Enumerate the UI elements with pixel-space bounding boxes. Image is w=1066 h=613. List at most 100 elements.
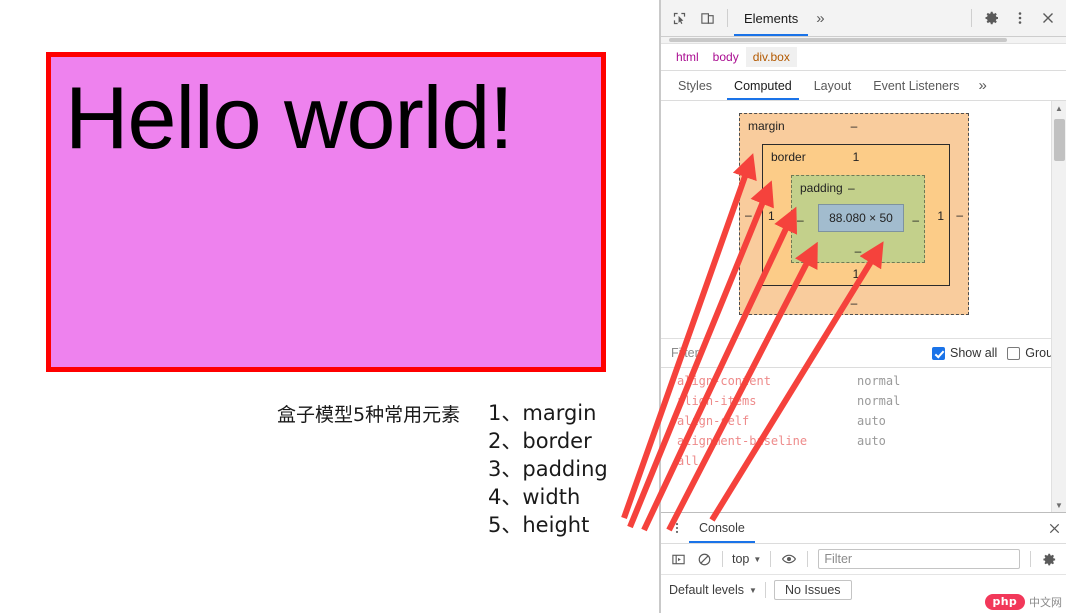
computed-filter-bar: Show all Group xyxy=(661,339,1066,368)
list-item: 2、border xyxy=(488,427,608,455)
console-toolbar-divider xyxy=(722,551,723,567)
box-model-diagram: margin – – – – border 1 1 1 1 padding – xyxy=(661,101,1066,339)
computed-property-row[interactable]: align-content normal xyxy=(661,371,1066,391)
device-toolbar-icon[interactable] xyxy=(693,4,721,32)
property-value: normal xyxy=(857,394,901,408)
computed-panel-body: margin – – – – border 1 1 1 1 padding – xyxy=(661,101,1066,512)
console-toolbar-divider xyxy=(770,551,772,567)
breadcrumb-item-html[interactable]: html xyxy=(669,47,706,67)
tab-elements[interactable]: Elements xyxy=(734,1,809,36)
box-model-padding-layer[interactable]: padding – – – – 88.080 × 50 xyxy=(791,175,925,263)
list-item-number: 2、 xyxy=(488,429,523,453)
box-model-margin-right-value[interactable]: – xyxy=(956,208,963,222)
property-value: auto xyxy=(857,414,886,428)
close-icon[interactable] xyxy=(1042,517,1066,539)
console-filter-input[interactable] xyxy=(818,549,1020,569)
list-item: 1、margin xyxy=(488,399,608,427)
box-model-padding-top-value[interactable]: – xyxy=(848,181,855,195)
gear-icon[interactable] xyxy=(978,4,1006,32)
list-item-number: 3、 xyxy=(488,457,523,481)
list-item: 5、height xyxy=(488,511,608,539)
list-item-number: 5、 xyxy=(488,513,523,537)
property-name: align-items xyxy=(677,394,757,408)
box-model-border-left-value[interactable]: 1 xyxy=(768,209,775,223)
property-name: align-self xyxy=(677,414,750,428)
list-item-label: padding xyxy=(522,457,608,481)
group-checkbox[interactable] xyxy=(1007,346,1021,360)
box-model-padding-label: padding xyxy=(800,181,843,195)
sidebar-tabs-overflow-icon[interactable]: » xyxy=(970,68,994,103)
show-all-checkbox-item[interactable]: Show all xyxy=(932,346,997,360)
computed-property-row[interactable]: align-self auto xyxy=(661,411,1066,431)
kebab-menu-icon[interactable] xyxy=(665,517,689,539)
box-model-margin-top-value[interactable]: – xyxy=(740,119,968,133)
scroll-up-arrow-icon[interactable]: ▲ xyxy=(1052,101,1066,115)
screen-root: Hello world! 盒子模型5种常用元素 1、margin 2、borde… xyxy=(0,0,1066,613)
console-toolbar: top ▼ xyxy=(661,544,1066,575)
panels-overflow-icon[interactable]: » xyxy=(808,1,832,36)
horizontal-scrollbar-thumb[interactable] xyxy=(669,38,1007,42)
box-model-border-layer[interactable]: border 1 1 1 1 padding – – – – 88.080 × … xyxy=(762,144,950,286)
console-context-value: top xyxy=(732,552,750,566)
box-model-margin-layer[interactable]: margin – – – – border 1 1 1 1 padding – xyxy=(739,113,969,315)
demo-box-text: Hello world! xyxy=(65,68,514,167)
breadcrumb-item-body[interactable]: body xyxy=(706,47,746,67)
console-levels-select[interactable]: Default levels ▼ xyxy=(669,583,757,597)
console-context-select[interactable]: top ▼ xyxy=(729,552,764,566)
console-toolbar-divider xyxy=(807,551,809,567)
box-model-elements-list: 1、margin 2、border 3、padding 4、width 5、he… xyxy=(488,399,608,539)
computed-property-row[interactable]: align-items normal xyxy=(661,391,1066,411)
list-item-label: border xyxy=(522,429,592,453)
tab-event-listeners[interactable]: Event Listeners xyxy=(862,72,970,100)
caption-chinese: 盒子模型5种常用元素 xyxy=(277,404,461,426)
browser-page-viewport: Hello world! 盒子模型5种常用元素 1、margin 2、borde… xyxy=(0,0,660,613)
no-issues-button[interactable]: No Issues xyxy=(773,580,852,600)
sidebar-tabs: Styles Computed Layout Event Listeners » xyxy=(661,71,1066,101)
box-model-margin-left-value[interactable]: – xyxy=(745,208,752,222)
box-model-border-bottom-value[interactable]: 1 xyxy=(763,267,949,281)
console-sidebar-icon[interactable] xyxy=(666,548,690,570)
box-model-border-right-value[interactable]: 1 xyxy=(937,209,944,223)
dom-breadcrumb: html body div.box xyxy=(661,44,1066,71)
list-item-label: width xyxy=(522,485,581,509)
property-name: align-content xyxy=(677,374,771,388)
tab-styles[interactable]: Styles xyxy=(667,72,723,100)
clear-console-icon[interactable] xyxy=(692,548,716,570)
watermark: php 中文网 xyxy=(984,594,1062,610)
show-all-label: Show all xyxy=(950,346,998,360)
tab-computed[interactable]: Computed xyxy=(723,72,803,100)
status-divider xyxy=(764,582,766,598)
vertical-scrollbar-thumb[interactable] xyxy=(1054,119,1065,161)
box-model-content-box[interactable]: 88.080 × 50 xyxy=(818,204,904,232)
demo-box-element[interactable]: Hello world! xyxy=(46,52,606,372)
live-expression-eye-icon[interactable] xyxy=(777,548,801,570)
box-model-padding-right-value[interactable]: – xyxy=(912,213,919,227)
toolbar-divider xyxy=(971,9,972,27)
box-model-margin-bottom-value[interactable]: – xyxy=(740,296,968,310)
inspect-cursor-icon[interactable] xyxy=(665,4,693,32)
tab-console[interactable]: Console xyxy=(689,514,755,543)
breadcrumb-item-divbox[interactable]: div.box xyxy=(745,47,797,67)
box-model-padding-bottom-value[interactable]: – xyxy=(792,244,924,258)
computed-property-row[interactable]: all xyxy=(661,451,1066,471)
console-levels-label: Default levels xyxy=(669,583,745,597)
kebab-menu-icon[interactable] xyxy=(1006,4,1034,32)
scroll-down-arrow-icon[interactable]: ▼ xyxy=(1052,498,1066,512)
gear-icon[interactable] xyxy=(1037,548,1061,570)
box-model-padding-left-value[interactable]: – xyxy=(797,213,804,227)
close-icon[interactable] xyxy=(1034,4,1062,32)
watermark-suffix: 中文网 xyxy=(1029,596,1062,609)
computed-properties-list: align-content normal align-items normal … xyxy=(661,368,1066,512)
watermark-brand: php xyxy=(984,594,1025,610)
computed-property-row[interactable]: alignment-baseline auto xyxy=(661,431,1066,451)
devtools-panel: Elements » html body div.box Styles Comp… xyxy=(660,0,1066,613)
property-value: normal xyxy=(857,374,901,388)
list-item: 4、width xyxy=(488,483,608,511)
box-model-border-top-value[interactable]: 1 xyxy=(763,150,949,164)
computed-vertical-scrollbar[interactable]: ▲ ▼ xyxy=(1051,101,1066,512)
show-all-checkbox[interactable] xyxy=(932,346,945,360)
property-name: alignment-baseline xyxy=(677,434,808,448)
tab-layout[interactable]: Layout xyxy=(803,72,863,100)
computed-filter-input[interactable] xyxy=(667,345,922,361)
horizontal-scrollbar[interactable] xyxy=(661,37,1066,44)
